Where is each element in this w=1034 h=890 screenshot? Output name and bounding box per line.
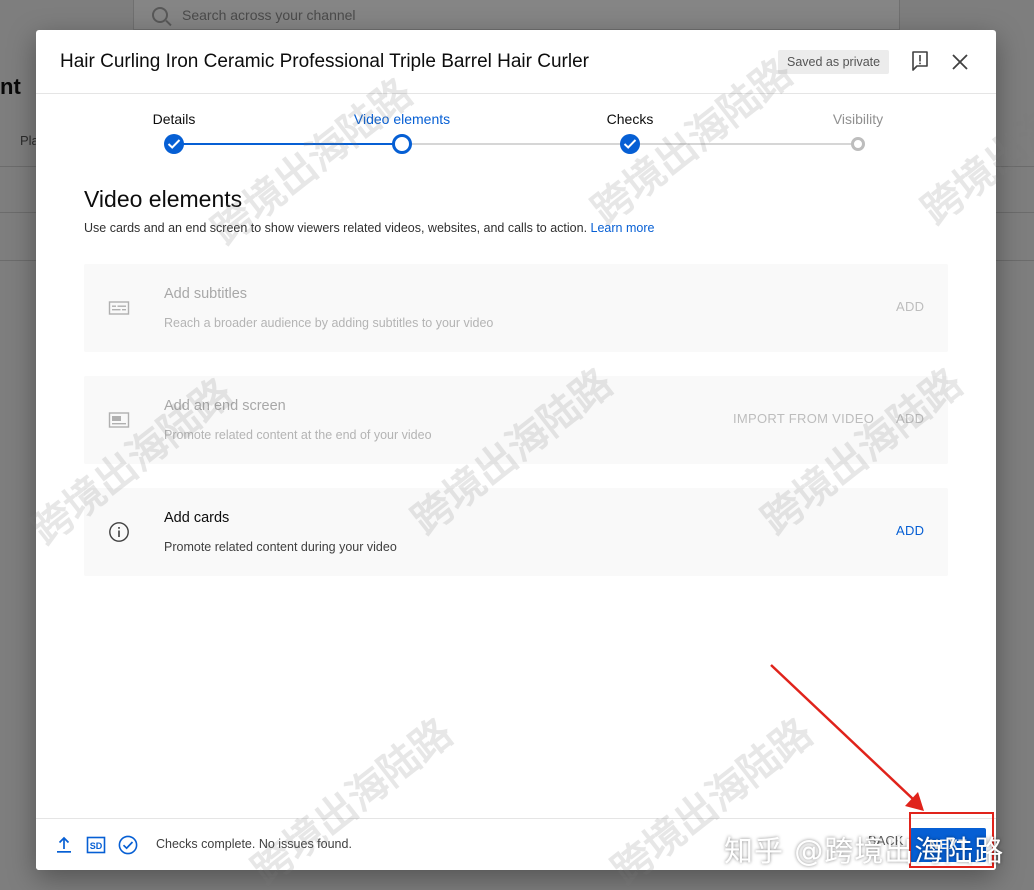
import-from-video-button[interactable]: IMPORT FROM VIDEO: [733, 411, 874, 426]
step-checks-label[interactable]: Checks: [607, 111, 654, 127]
step-checks-check-icon[interactable]: [620, 134, 640, 154]
add-cards-card: Add cards Promote related content during…: [84, 488, 948, 576]
step-visibility-label[interactable]: Visibility: [833, 111, 883, 127]
checks-status-text: Checks complete. No issues found.: [156, 837, 352, 851]
card-description: Reach a broader audience by adding subti…: [164, 316, 494, 330]
upload-dialog: Hair Curling Iron Ceramic Professional T…: [36, 30, 996, 870]
add-subtitles-button[interactable]: ADD: [896, 299, 924, 314]
card-description: Promote related content at the end of yo…: [164, 428, 432, 442]
section-title: Video elements: [84, 186, 243, 212]
dialog-title: Hair Curling Iron Ceramic Professional T…: [60, 51, 589, 72]
section-description: Use cards and an end screen to show view…: [84, 221, 654, 235]
add-end-screen-button[interactable]: ADD: [896, 411, 924, 426]
card-description: Promote related content during your vide…: [164, 540, 397, 554]
card-title: Add subtitles: [164, 286, 248, 302]
card-title: Add cards: [164, 510, 230, 526]
upload-icon[interactable]: [54, 835, 74, 855]
stepper-line-complete: [174, 143, 402, 145]
step-details-label[interactable]: Details: [153, 111, 196, 127]
step-video-elements-label[interactable]: Video elements: [354, 111, 450, 127]
svg-text:SD: SD: [90, 841, 103, 851]
step-visibility-dot[interactable]: [851, 137, 865, 151]
sd-icon[interactable]: SD: [86, 835, 106, 855]
checks-icon[interactable]: [118, 835, 138, 855]
subtitles-icon: [108, 301, 130, 315]
dialog-header: Hair Curling Iron Ceramic Professional T…: [36, 30, 996, 94]
card-title: Add an end screen: [164, 398, 286, 414]
end-screen-icon: [108, 412, 130, 428]
learn-more-link[interactable]: Learn more: [591, 221, 655, 235]
add-cards-button[interactable]: ADD: [896, 523, 924, 538]
close-icon[interactable]: [950, 52, 970, 72]
add-end-screen-card: Add an end screen Promote related conten…: [84, 376, 948, 464]
corner-watermark: 知乎 @跨境出海陆路: [724, 834, 1005, 868]
feedback-icon[interactable]: [911, 51, 929, 71]
saved-status-badge: Saved as private: [778, 50, 890, 74]
info-icon: [109, 522, 129, 542]
step-details-check-icon[interactable]: [164, 134, 184, 154]
section-description-text: Use cards and an end screen to show view…: [84, 221, 588, 235]
step-video-elements-dot[interactable]: [392, 134, 412, 154]
upload-stepper: Details Video elements Checks Visibility: [36, 94, 996, 176]
add-subtitles-card: Add subtitles Reach a broader audience b…: [84, 264, 948, 352]
